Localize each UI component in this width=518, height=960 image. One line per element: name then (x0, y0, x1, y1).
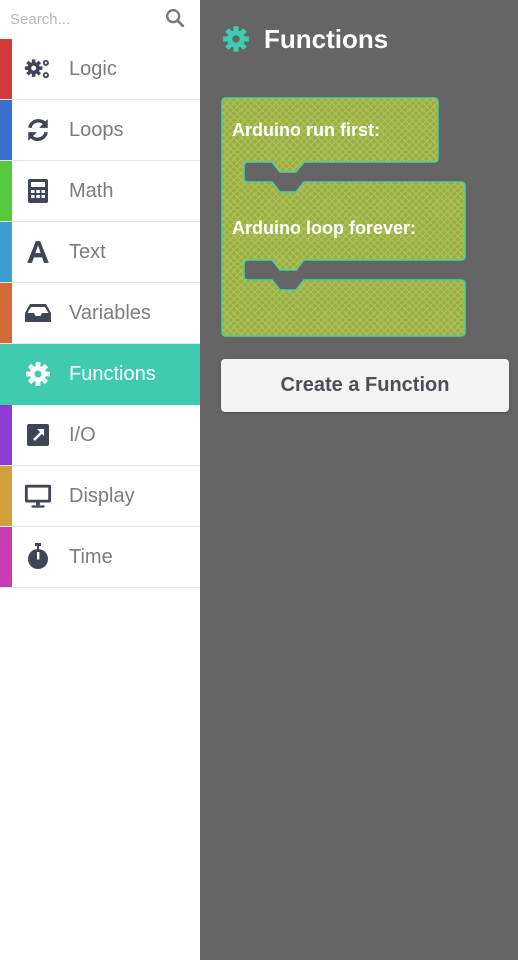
create-function-button[interactable]: Create a Function (221, 359, 509, 412)
category-label: Math (69, 180, 114, 202)
flyout-title: Functions (264, 24, 389, 54)
category-color-strip (0, 283, 12, 343)
category-color-strip (0, 344, 12, 404)
category-list: Logic Loops Math Text Variables Function… (0, 39, 200, 588)
category-functions[interactable]: Functions (0, 344, 200, 405)
category-io[interactable]: I/O (0, 405, 200, 466)
category-label: I/O (69, 424, 96, 446)
category-label: Display (69, 485, 135, 507)
category-color-strip (0, 466, 12, 526)
category-color-strip (0, 405, 12, 465)
gear-icon (24, 360, 52, 388)
category-color-strip (0, 222, 12, 282)
search-icon[interactable] (164, 7, 186, 29)
arduino-setup-loop-block[interactable]: Arduino run first: Arduino loop forever: (220, 96, 470, 340)
refresh-icon (24, 116, 52, 144)
calculator-icon (24, 177, 52, 205)
category-label: Functions (69, 363, 156, 385)
category-label: Time (69, 546, 113, 568)
category-label: Logic (69, 58, 117, 80)
category-time[interactable]: Time (0, 527, 200, 588)
category-sidebar: Logic Loops (0, 0, 200, 960)
gears-icon (24, 55, 52, 83)
loop-forever-label: Arduino loop forever: (232, 218, 416, 238)
inbox-icon (24, 299, 52, 327)
category-logic[interactable]: Logic (0, 39, 200, 100)
category-label: Loops (69, 119, 124, 141)
external-link-icon (24, 421, 52, 449)
category-color-strip (0, 100, 12, 160)
category-variables[interactable]: Variables (0, 283, 200, 344)
gear-icon (223, 26, 249, 52)
category-label: Text (69, 241, 106, 263)
flyout-panel: Functions Arduino run first: Arduino loo… (200, 0, 518, 960)
search-bar (0, 0, 200, 38)
category-color-strip (0, 161, 12, 221)
run-first-label: Arduino run first: (232, 120, 380, 140)
search-input[interactable] (8, 4, 162, 34)
monitor-icon (24, 482, 52, 510)
category-color-strip (0, 39, 12, 99)
text-icon (24, 238, 52, 266)
category-loops[interactable]: Loops (0, 100, 200, 161)
category-text[interactable]: Text (0, 222, 200, 283)
category-math[interactable]: Math (0, 161, 200, 222)
category-label: Variables (69, 302, 151, 324)
category-color-strip (0, 527, 12, 587)
category-display[interactable]: Display (0, 466, 200, 527)
stopwatch-icon (24, 543, 52, 571)
